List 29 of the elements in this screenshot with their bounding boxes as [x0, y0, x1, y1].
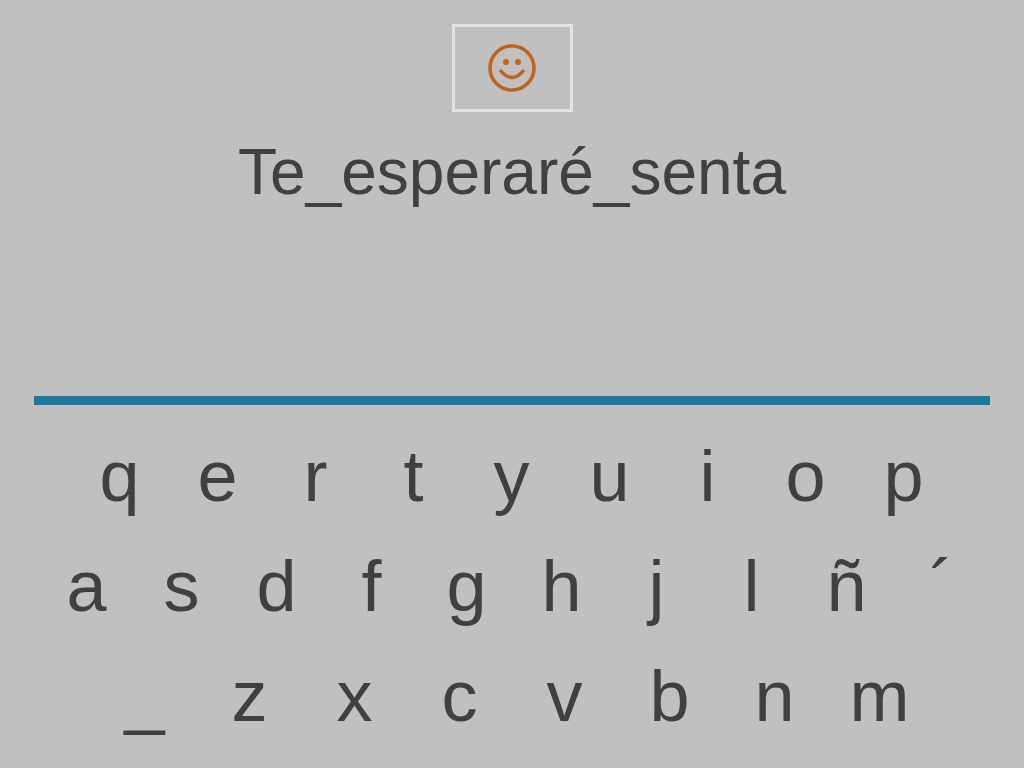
letter-key[interactable]: ´ [894, 544, 989, 628]
letter-key[interactable]: _ [92, 654, 197, 738]
smiley-icon [487, 43, 537, 93]
letter-key[interactable]: q [70, 434, 169, 518]
letter-key[interactable]: f [324, 544, 419, 628]
letter-key[interactable]: y [462, 434, 561, 518]
letter-key[interactable]: h [514, 544, 609, 628]
letter-key[interactable]: z [197, 654, 302, 738]
letter-key[interactable]: r [266, 434, 365, 518]
letter-key[interactable]: e [168, 434, 267, 518]
letter-key[interactable]: p [854, 434, 953, 518]
letter-key[interactable]: o [756, 434, 855, 518]
letter-key[interactable]: ñ [799, 544, 894, 628]
letter-key[interactable]: s [134, 544, 229, 628]
letter-key[interactable]: v [512, 654, 617, 738]
letter-key[interactable]: x [302, 654, 407, 738]
letter-key[interactable]: l [704, 544, 799, 628]
letter-key[interactable]: c [407, 654, 512, 738]
letter-key[interactable]: a [39, 544, 134, 628]
letter-key[interactable]: j [609, 544, 704, 628]
letter-key[interactable]: n [722, 654, 827, 738]
letter-key[interactable]: m [827, 654, 932, 738]
letter-key[interactable]: g [419, 544, 514, 628]
phrase-text: Te_esperaré_senta [238, 135, 786, 210]
letter-key[interactable]: t [364, 434, 463, 518]
letter-key[interactable]: b [617, 654, 722, 738]
letter-key[interactable]: i [658, 434, 757, 518]
letter-key[interactable]: d [229, 544, 324, 628]
letter-key[interactable]: u [560, 434, 659, 518]
